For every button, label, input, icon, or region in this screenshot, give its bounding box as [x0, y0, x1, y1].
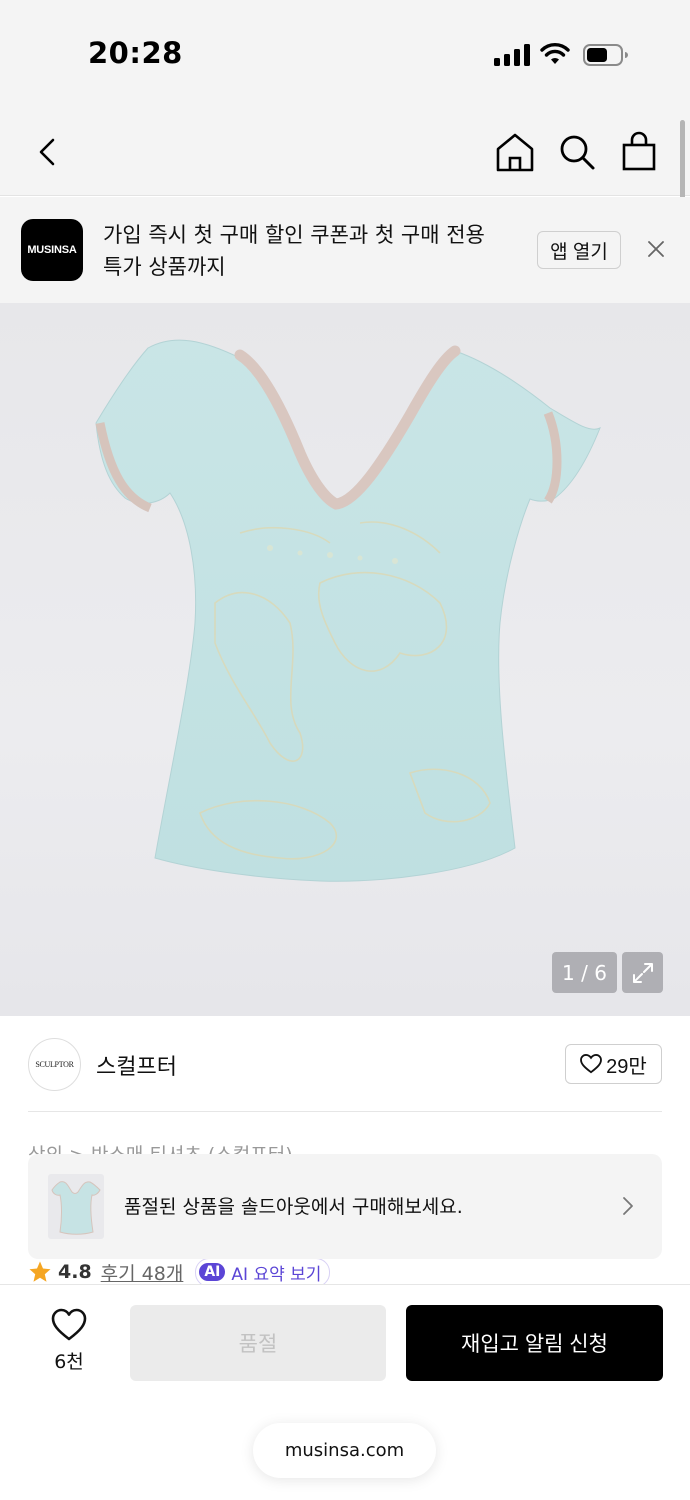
brand-row[interactable]: SCULPTOR 스컬프터 29만	[28, 1016, 662, 1112]
url-pill[interactable]: musinsa.com	[253, 1423, 436, 1478]
like-brand-button[interactable]: 29만	[565, 1044, 662, 1084]
brand-name[interactable]: 스컬프터	[96, 1049, 177, 1081]
product-image[interactable]: 1 / 6	[0, 303, 690, 1016]
soldout-card[interactable]: 품절된 상품을 솔드아웃에서 구매해보세요.	[28, 1154, 662, 1259]
heart-icon	[51, 1308, 87, 1341]
chevron-right-icon	[623, 1197, 633, 1215]
restock-alert-button[interactable]: 재입고 알림 신청	[406, 1305, 663, 1381]
status-time: 20:28	[88, 36, 183, 70]
wifi-icon	[540, 43, 570, 64]
wish-button[interactable]: 6천	[40, 1307, 98, 1377]
soldout-button[interactable]: 품절	[130, 1305, 386, 1381]
ai-summary-label: AI 요약 보기	[231, 1264, 322, 1285]
soldout-text: 품절된 상품을 솔드아웃에서 구매해보세요.	[124, 1196, 463, 1218]
ai-badge: AI	[199, 1263, 226, 1281]
bag-icon[interactable]	[617, 130, 661, 174]
open-app-button[interactable]: 앱 열기	[537, 231, 621, 269]
heart-outline-icon	[580, 1054, 603, 1074]
ai-summary-button[interactable]: AI AI 요약 보기	[195, 1259, 331, 1285]
close-icon[interactable]	[644, 237, 668, 261]
rating-row: 4.8 후기 48개 AI AI 요약 보기	[28, 1259, 662, 1285]
wish-count: 6천	[54, 1351, 84, 1373]
soldout-thumbnail	[48, 1174, 104, 1239]
bottom-action-bar: 6천 품절 재입고 알림 신청 musinsa.com	[0, 1284, 690, 1500]
home-icon[interactable]	[493, 130, 537, 174]
nav-header	[0, 108, 690, 196]
rating-value: 4.8	[58, 1261, 92, 1283]
image-counter: 1 / 6	[552, 952, 617, 993]
signal-icon	[494, 44, 530, 66]
app-banner-text: 가입 즉시 첫 구매 할인 쿠폰과 첫 구매 전용 특가 상품까지	[103, 223, 485, 279]
search-icon[interactable]	[555, 130, 599, 174]
brand-logo[interactable]: SCULPTOR	[28, 1038, 81, 1091]
musinsa-app-logo: MUSINSA	[21, 219, 83, 281]
app-banner: MUSINSA 가입 즉시 첫 구매 할인 쿠폰과 첫 구매 전용 특가 상품까…	[0, 197, 690, 303]
status-bar: 20:28	[0, 0, 690, 108]
back-icon[interactable]	[26, 130, 70, 174]
star-icon	[29, 1261, 51, 1282]
expand-button[interactable]	[622, 952, 663, 993]
review-link[interactable]: 후기 48개	[101, 1259, 184, 1285]
battery-icon	[583, 44, 628, 66]
garment-illustration	[95, 339, 601, 882]
brand-like-count: 29만	[606, 1055, 647, 1078]
expand-icon	[632, 962, 653, 983]
